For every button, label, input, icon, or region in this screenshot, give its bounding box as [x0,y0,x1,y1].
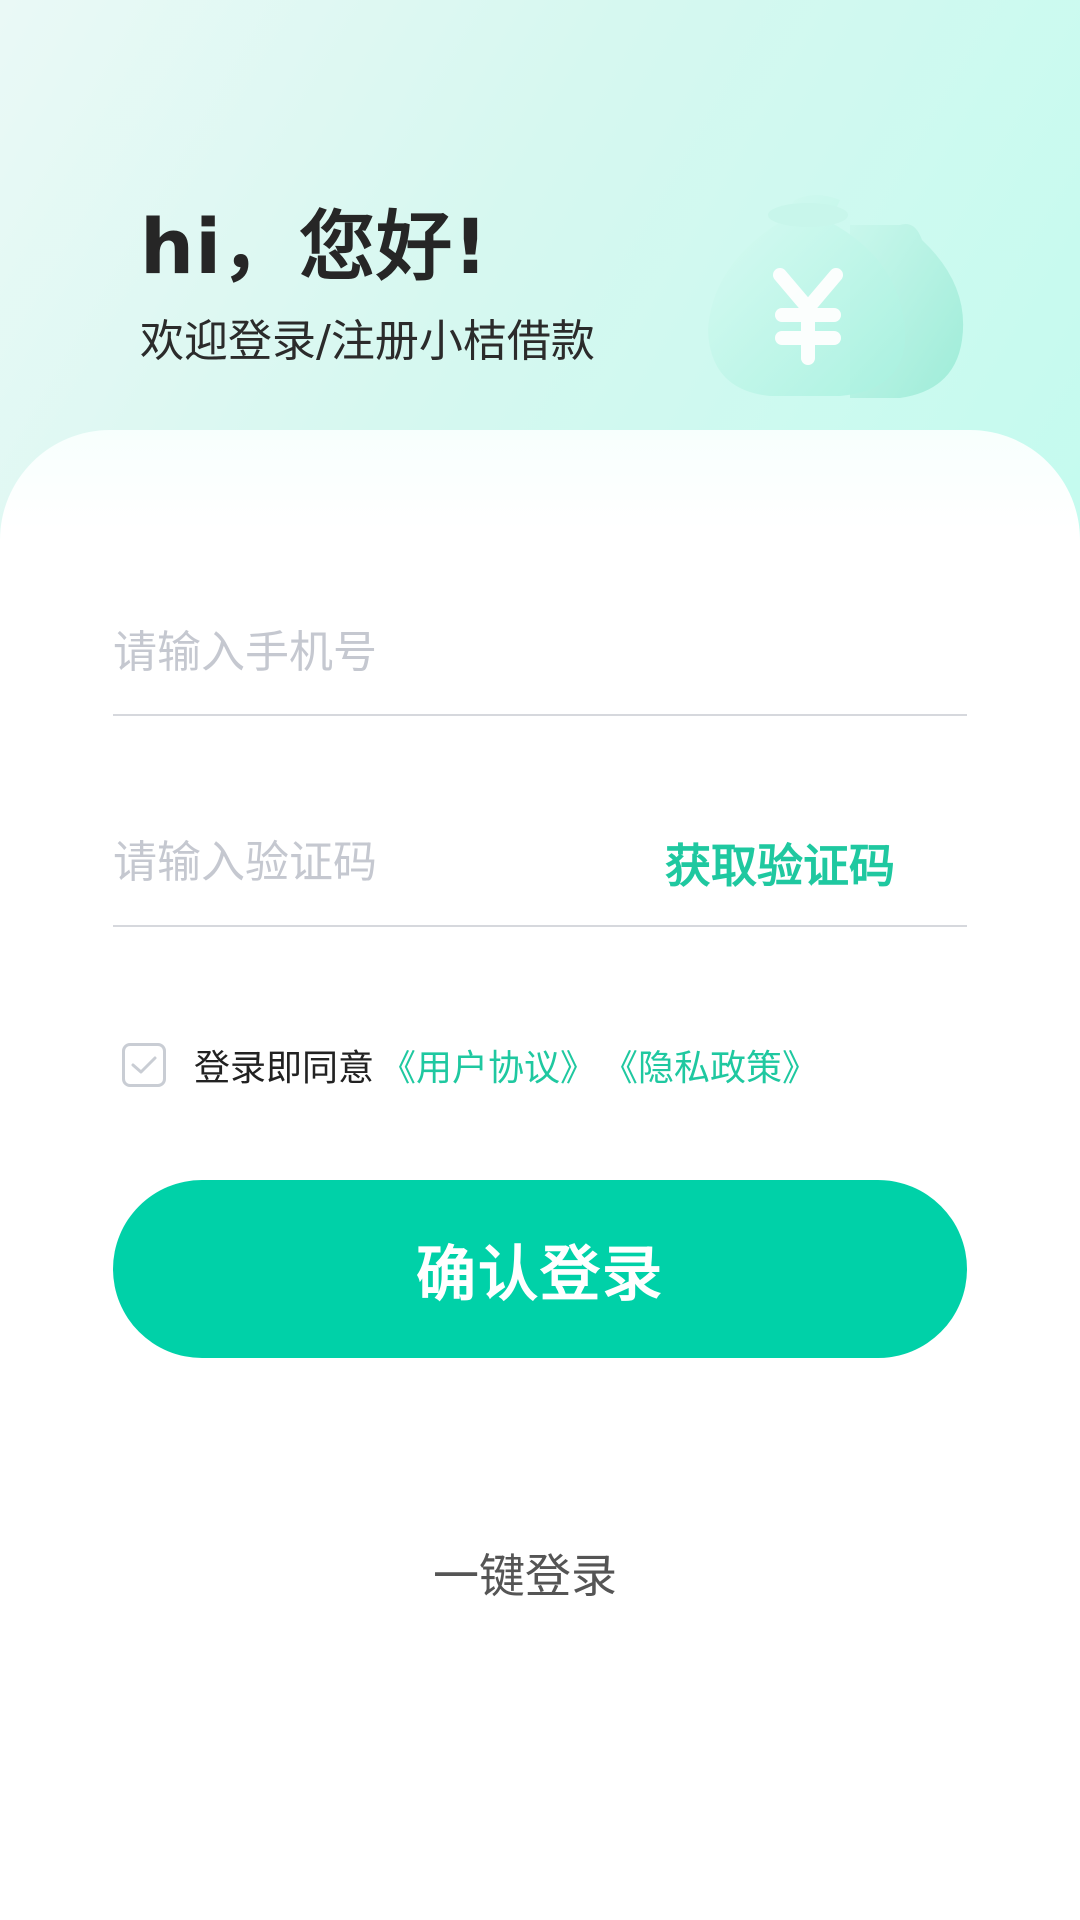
one-click-login-link[interactable]: 一键登录 [0,1540,1050,1606]
verification-code-input[interactable] [113,800,633,925]
check-icon [131,1056,157,1074]
confirm-login-button[interactable]: 确认登录 [113,1180,967,1358]
code-field-row: 获取验证码 [113,800,967,927]
privacy-policy-link[interactable]: 《隐私政策》 [602,1039,818,1091]
agreement-row: 登录即同意 《用户协议》 《隐私政策》 [122,1040,818,1090]
user-agreement-link[interactable]: 《用户协议》 [380,1039,596,1091]
phone-field-row [113,590,967,716]
greeting-title: hi，您好! [140,202,489,291]
agreement-checkbox[interactable] [122,1043,166,1087]
get-code-button[interactable]: 获取验证码 [665,800,895,925]
welcome-subtitle: 欢迎登录/注册小桔借款 [140,316,595,367]
agreement-prefix: 登录即同意 [194,1048,375,1089]
money-bag-icon [708,195,964,398]
phone-input[interactable] [113,590,967,714]
